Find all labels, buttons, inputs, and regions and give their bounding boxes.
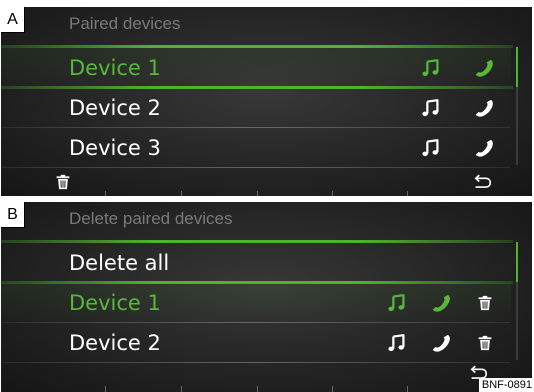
figure-reference-code: BNF-0891 — [478, 378, 534, 392]
delete-paired-devices-panel: B Delete paired devices Delete all Devic… — [1, 202, 532, 392]
music-icon — [385, 291, 409, 315]
back-icon[interactable] — [471, 171, 493, 193]
music-icon — [385, 331, 409, 355]
bar-divider — [105, 386, 106, 392]
function-bar — [1, 362, 532, 392]
screen-title: Paired devices — [69, 14, 181, 33]
delete-all-button[interactable]: Delete all — [1, 243, 511, 283]
phone-icon — [472, 56, 496, 80]
scrollbar-thumb[interactable] — [516, 47, 518, 87]
phone-icon — [472, 96, 496, 120]
bar-divider — [181, 386, 182, 392]
device-list-item-device-1[interactable]: Device 1 — [1, 48, 511, 88]
music-icon — [419, 56, 443, 80]
music-icon — [419, 96, 443, 120]
bar-divider — [257, 191, 258, 196]
device-list-item-device-2[interactable]: Device 2 — [1, 323, 511, 363]
music-icon — [419, 136, 443, 160]
trash-icon[interactable] — [473, 331, 497, 355]
bar-divider — [105, 191, 106, 196]
device-list-item-device-1[interactable]: Device 1 — [1, 283, 511, 323]
delete-all-label: Delete all — [69, 251, 170, 275]
device-name: Device 3 — [69, 136, 161, 160]
device-name: Device 2 — [69, 96, 161, 120]
bar-divider — [407, 191, 408, 196]
function-bar — [1, 167, 532, 196]
bar-divider — [332, 191, 333, 196]
trash-icon[interactable] — [52, 171, 74, 193]
paired-devices-panel: A Paired devices Device 1 Device 2 Devic… — [1, 7, 532, 196]
device-name: Device 1 — [69, 291, 161, 315]
phone-icon — [472, 136, 496, 160]
phone-icon — [429, 331, 453, 355]
device-name: Device 1 — [69, 56, 161, 80]
scrollbar-thumb[interactable] — [516, 242, 518, 282]
bar-divider — [332, 386, 333, 392]
bar-divider — [257, 386, 258, 392]
device-list-item-device-2[interactable]: Device 2 — [1, 88, 511, 128]
panel-label: B — [1, 202, 25, 228]
screen-title: Delete paired devices — [69, 209, 233, 228]
phone-icon — [429, 291, 453, 315]
device-list-item-device-3[interactable]: Device 3 — [1, 128, 511, 168]
device-name: Device 2 — [69, 331, 161, 355]
trash-icon[interactable] — [473, 291, 497, 315]
bar-divider — [181, 191, 182, 196]
bar-divider — [407, 386, 408, 392]
panel-label: A — [1, 7, 25, 33]
